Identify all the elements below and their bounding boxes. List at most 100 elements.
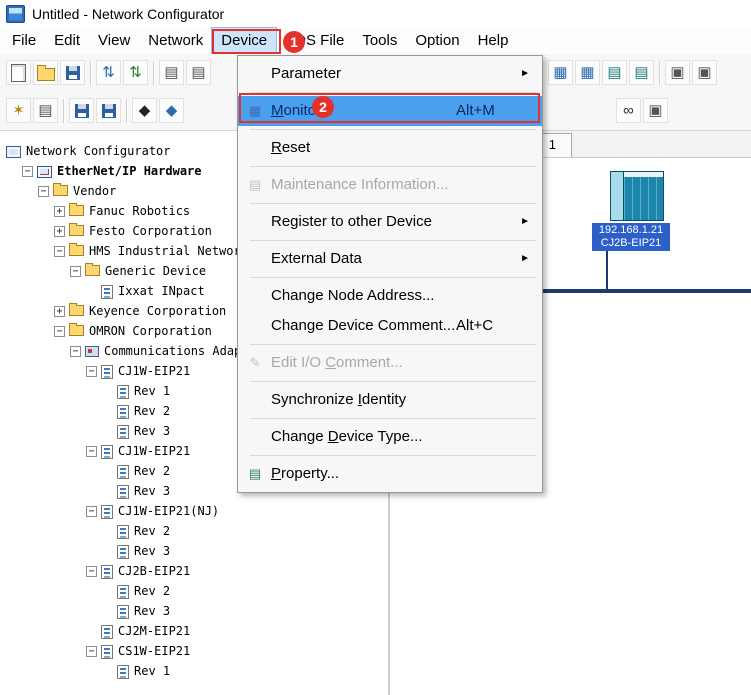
folder-icon [53,185,68,196]
tile-windows-button[interactable]: ▣ [692,60,717,85]
menubar-item-edit[interactable]: Edit [45,28,89,54]
device-icon [101,505,113,519]
parameter-table-1-button[interactable]: ▤ [602,60,627,85]
tree-item-label: CJ1W-EIP21 [118,444,190,458]
tree-item-label: OMRON Corporation [89,324,212,338]
grid-view-small-button[interactable]: ▦ [548,60,573,85]
tree-item-rev-2[interactable]: Rev 2 [0,581,388,601]
open-project-button[interactable] [33,60,58,85]
menu-item-property[interactable]: ▤ Property... [238,459,542,489]
device-ip: 192.168.1.21 [592,224,670,237]
new-document-icon [11,64,26,82]
menu-item-reset[interactable]: Reset [238,133,542,163]
tree-item-label: Vendor [73,184,116,198]
property-icon: ▤ [246,459,264,489]
tree-expand-toggle[interactable]: + [54,226,65,237]
tree-expand-toggle[interactable]: − [86,506,97,517]
grid-view-large-icon: ▦ [580,65,594,80]
setup-wizard-button[interactable]: ✶ [6,98,31,123]
tree-expand-toggle[interactable]: + [54,206,65,217]
menubar-item-file[interactable]: File [3,28,45,54]
tree-item-rev-3[interactable]: Rev 3 [0,541,388,561]
plc-device-icon[interactable] [610,171,664,221]
download-to-network-button[interactable]: ⇅ [123,60,148,85]
tree-item-label: Rev 2 [134,584,170,598]
menu-item-edit-i-o-comment: ✎Edit I/O Comment... [238,348,542,378]
tree-expand-toggle[interactable]: − [54,326,65,337]
download-to-network-icon: ⇅ [129,65,142,80]
tree-expand-toggle[interactable]: + [54,306,65,317]
network-tab-label: 1 [549,137,556,152]
tree-expand-toggle[interactable]: − [22,166,33,177]
menu-item-external-data[interactable]: External Data► [238,244,542,274]
net-icon [85,346,99,357]
tree-item-cj1w-eip21-nj[interactable]: −CJ1W-EIP21(NJ) [0,501,388,521]
cascade-windows-button[interactable]: ▣ [665,60,690,85]
toolbar-separator [153,61,154,85]
menu-item-label: Change Device Comment... [271,317,455,334]
menubar-item-help[interactable]: Help [469,28,518,54]
submenu-arrow-icon: ► [520,244,530,274]
rev-icon [117,525,129,539]
rev-icon [117,385,129,399]
window-title: Untitled - Network Configurator [32,6,224,22]
device-model: CJ2B-EIP21 [592,237,670,250]
tree-item-cj2m-eip21[interactable]: CJ2M-EIP21 [0,621,388,641]
upload-from-network-icon: ⇅ [102,65,115,80]
upload-and-save-button[interactable] [96,98,121,123]
find-device-button[interactable]: ∞ [616,98,641,123]
parameter-table-2-button[interactable]: ▤ [629,60,654,85]
tree-expand-toggle[interactable]: − [70,346,81,357]
menubar-item-view[interactable]: View [89,28,139,54]
print-preview-icon: ▤ [191,65,205,80]
tree-item-cj2b-eip21[interactable]: −CJ2B-EIP21 [0,561,388,581]
tree-item-cs1w-eip21[interactable]: −CS1W-EIP21 [0,641,388,661]
menu-item-register-to-other-device[interactable]: Register to other Device► [238,207,542,237]
print-button[interactable]: ▤ [159,60,184,85]
upload-from-network-button[interactable]: ⇅ [96,60,121,85]
diamond-tool-black-button[interactable]: ◆ [132,98,157,123]
menu-separator [250,277,536,278]
tree-expand-toggle[interactable]: − [86,566,97,577]
download-and-save-button[interactable] [69,98,94,123]
menu-item-synchronize-identity[interactable]: Synchronize Identity [238,385,542,415]
menubar-item-network[interactable]: Network [139,28,212,54]
upload-and-save-icon [102,104,116,118]
tree-expand-toggle[interactable]: − [54,246,65,257]
menu-item-parameter[interactable]: Parameter► [238,59,542,89]
hardware-icon [37,166,52,178]
maintenance-icon: ▤ [246,170,264,200]
tree-item-rev-1[interactable]: Rev 1 [0,661,388,681]
menu-item-change-device-comment[interactable]: Change Device Comment...Alt+C [238,311,542,341]
tree-expand-toggle[interactable]: − [38,186,49,197]
rev-icon [117,665,129,679]
rev-icon [117,545,129,559]
device-label[interactable]: 192.168.1.21 CJ2B-EIP21 [592,223,670,251]
tree-expand-toggle[interactable]: − [70,266,81,277]
print-preview-button[interactable]: ▤ [186,60,211,85]
menu-item-label: Property... [271,465,339,482]
folder-icon [69,305,84,316]
tree-expand-toggle[interactable]: − [86,646,97,657]
menubar-item-option[interactable]: Option [406,28,468,54]
menu-item-label: Change Node Address... [271,287,434,304]
menu-item-change-device-type[interactable]: Change Device Type... [238,422,542,452]
app-window: Untitled - Network Configurator FileEdit… [0,0,751,695]
tree-item-rev-3[interactable]: Rev 3 [0,601,388,621]
device-drop-line [606,250,608,289]
tree-item-label: Rev 3 [134,484,170,498]
diamond-tool-blue-button[interactable]: ◆ [159,98,184,123]
menu-item-change-node-address[interactable]: Change Node Address... [238,281,542,311]
tree-expand-toggle[interactable]: − [86,446,97,457]
io-comment-list-button[interactable]: ▤ [33,98,58,123]
toolbar-group-file: ⇅ ⇅ ▤ ▤ [6,60,213,85]
option-tool-button[interactable]: ▣ [643,98,668,123]
parameter-table-2-icon: ▤ [634,65,648,80]
tree-expand-toggle[interactable]: − [86,366,97,377]
grid-view-large-button[interactable]: ▦ [575,60,600,85]
new-document-button[interactable] [6,60,31,85]
menubar-item-tools[interactable]: Tools [353,28,406,54]
save-project-button[interactable] [60,60,85,85]
menu-item-label: Change Device Type... [271,428,423,445]
tree-item-rev-2[interactable]: Rev 2 [0,521,388,541]
